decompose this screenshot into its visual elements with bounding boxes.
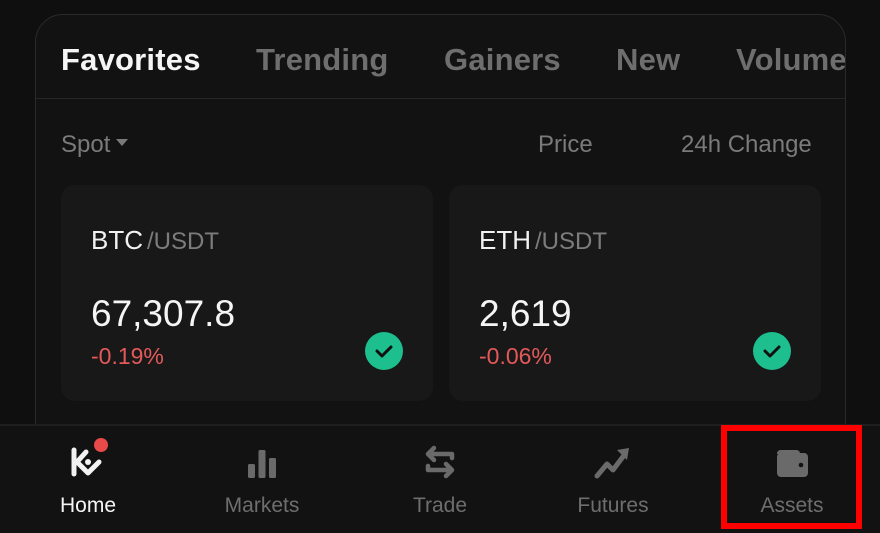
nav-markets[interactable]: Markets <box>174 426 350 533</box>
trend-up-icon <box>591 440 635 484</box>
tab-gainers[interactable]: Gainers <box>444 42 561 78</box>
quote-symbol: /USDT <box>147 228 219 255</box>
tab-volume[interactable]: Volume <box>736 42 845 78</box>
price-change: -0.19% <box>91 343 164 369</box>
nav-home-label: Home <box>59 494 117 517</box>
market-tabs: Favorites Trending Gainers New Volume <box>36 15 845 99</box>
nav-trade[interactable]: Trade <box>352 426 528 533</box>
change-column-header[interactable]: 24h Change <box>681 131 812 159</box>
pair-name: ETH/USDT <box>479 225 607 256</box>
tab-new[interactable]: New <box>616 42 680 78</box>
notification-dot <box>94 438 108 452</box>
nav-assets-label: Assets <box>760 494 824 517</box>
base-symbol: BTC <box>91 225 143 255</box>
nav-trade-label: Trade <box>412 494 468 517</box>
spot-filter-dropdown[interactable]: Spot <box>61 131 129 159</box>
favorite-card-eth[interactable]: ETH/USDT 2,619 -0.06% <box>449 185 821 401</box>
nav-futures-label: Futures <box>577 494 649 517</box>
wallet-icon <box>770 440 814 484</box>
kucoin-logo-icon <box>66 438 110 484</box>
last-price: 2,619 <box>479 293 572 334</box>
check-circle-icon[interactable] <box>365 332 403 370</box>
price-column-header[interactable]: Price <box>538 131 593 159</box>
pair-name: BTC/USDT <box>91 225 219 256</box>
check-circle-icon[interactable] <box>753 332 791 370</box>
spot-filter-label: Spot <box>61 131 111 158</box>
last-price: 67,307.8 <box>91 293 236 334</box>
bottom-navigation: Home Markets Trade Futures Assets <box>0 424 880 533</box>
favorite-card-btc[interactable]: BTC/USDT 67,307.8 -0.19% <box>61 185 433 401</box>
bar-chart-icon <box>240 440 284 484</box>
caret-down-icon <box>116 139 129 147</box>
quote-symbol: /USDT <box>535 228 607 255</box>
swap-arrows-icon <box>418 440 462 484</box>
nav-futures[interactable]: Futures <box>525 426 701 533</box>
price-change: -0.06% <box>479 343 552 369</box>
tab-favorites[interactable]: Favorites <box>61 42 201 78</box>
base-symbol: ETH <box>479 225 531 255</box>
tab-trending[interactable]: Trending <box>256 42 389 78</box>
nav-home[interactable]: Home <box>0 426 176 533</box>
nav-markets-label: Markets <box>224 494 300 517</box>
nav-assets[interactable]: Assets <box>704 426 880 533</box>
markets-panel: Favorites Trending Gainers New Volume Sp… <box>35 14 846 454</box>
